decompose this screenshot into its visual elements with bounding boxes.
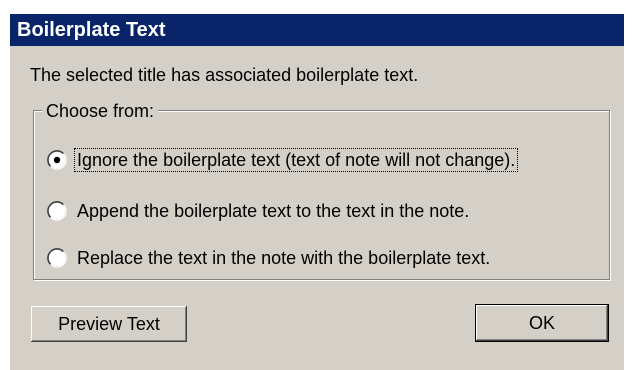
- window-title: Boilerplate Text: [17, 19, 166, 41]
- radio-label-replace[interactable]: Replace the text in the note with the bo…: [75, 247, 492, 269]
- radio-option-append[interactable]: Append the boilerplate text to the text …: [47, 198, 471, 224]
- boilerplate-dialog: Boilerplate Text The selected title has …: [10, 14, 624, 370]
- message-text: The selected title has associated boiler…: [30, 65, 419, 85]
- title-bar[interactable]: Boilerplate Text: [10, 14, 624, 46]
- radio-unselected-icon[interactable]: [47, 248, 67, 268]
- radio-unselected-icon[interactable]: [47, 201, 67, 221]
- radio-label-ignore[interactable]: Ignore the boilerplate text (text of not…: [73, 148, 519, 172]
- groupbox-label: Choose from:: [42, 101, 159, 121]
- radio-option-replace[interactable]: Replace the text in the note with the bo…: [47, 245, 492, 271]
- radio-label-append[interactable]: Append the boilerplate text to the text …: [75, 200, 471, 222]
- radio-option-ignore[interactable]: Ignore the boilerplate text (text of not…: [47, 147, 519, 173]
- radio-selected-icon[interactable]: [47, 150, 67, 170]
- preview-text-button[interactable]: Preview Text: [31, 306, 187, 342]
- ok-button[interactable]: OK: [476, 305, 608, 341]
